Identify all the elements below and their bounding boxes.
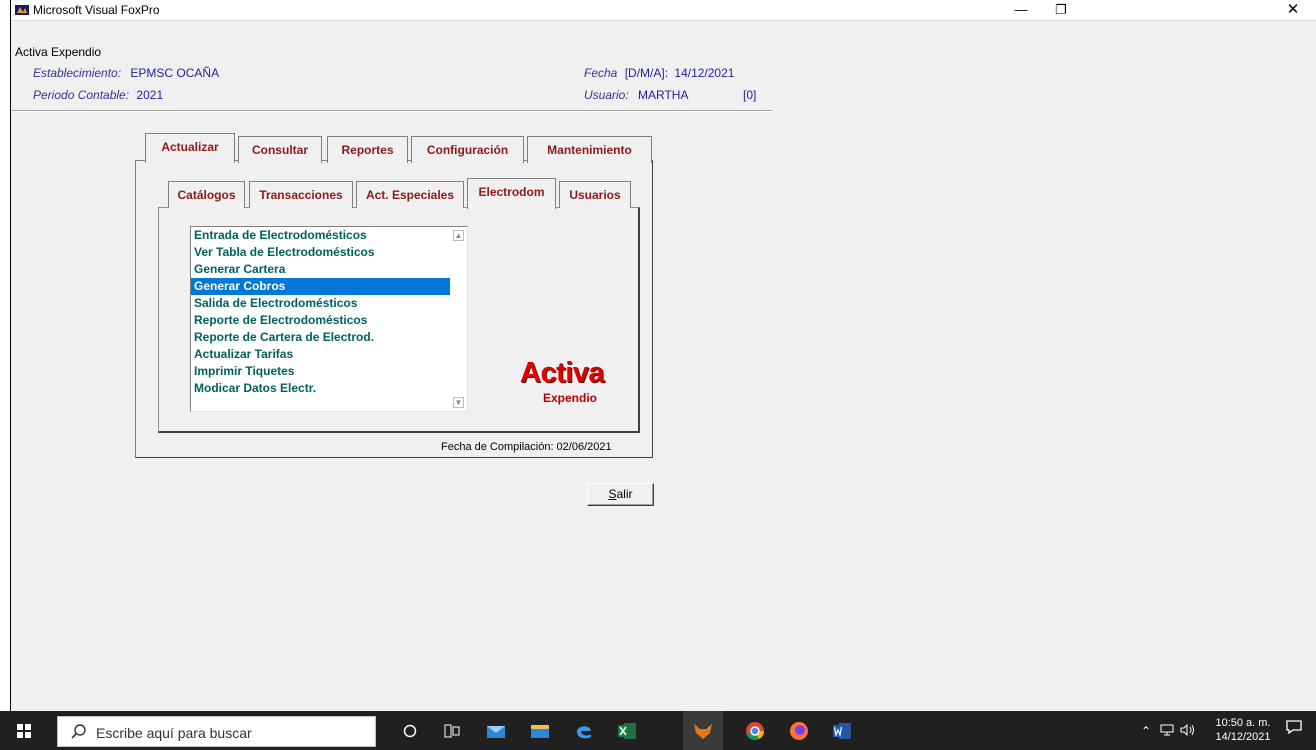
windows-start-icon[interactable]	[17, 724, 31, 738]
listbox-scrollbar[interactable]: ▲ ▼	[450, 227, 467, 411]
list-item[interactable]: Salida de Electrodomésticos	[191, 295, 450, 312]
form-caption: Activa Expendio	[15, 45, 102, 59]
scroll-down-icon[interactable]: ▼	[453, 397, 464, 408]
list-item[interactable]: Entrada de Electrodomésticos	[191, 227, 450, 244]
periodo-value: 2021	[136, 88, 164, 102]
search-placeholder: Escribe aquí para buscar	[96, 725, 252, 741]
tab-consultar[interactable]: Consultar	[238, 136, 322, 163]
mail-icon[interactable]	[484, 719, 508, 743]
usuario-value: MARTHA	[638, 88, 689, 102]
compile-date: Fecha de Compilación: 02/06/2021	[441, 441, 612, 453]
scroll-up-icon[interactable]: ▲	[453, 230, 464, 241]
tab-mantenimiento[interactable]: Mantenimiento	[527, 136, 652, 163]
usuario-code: [0]	[743, 88, 757, 102]
tab-configuracion[interactable]: Configuración	[411, 136, 524, 163]
fecha-format: [D/M/A]:	[624, 66, 669, 80]
file-explorer-icon[interactable]	[528, 719, 552, 743]
list-item[interactable]: Imprimir Tiquetes	[191, 363, 450, 380]
tray-chevron-icon[interactable]: ⌃	[1141, 724, 1151, 738]
options-listbox[interactable]: Entrada de Electrodomésticos Ver Tabla d…	[190, 226, 468, 412]
tab-usuarios[interactable]: Usuarios	[559, 181, 631, 208]
tab-actualizar[interactable]: Actualizar	[145, 133, 235, 163]
salir-accelerator: S	[608, 487, 617, 501]
volume-icon[interactable]	[1180, 723, 1196, 739]
fecha-label: Fecha	[584, 66, 618, 80]
salir-label: alir	[616, 487, 633, 501]
tab-catalogos[interactable]: Catálogos	[168, 181, 245, 208]
salir-button[interactable]: Salir	[587, 483, 654, 506]
network-icon[interactable]	[1160, 724, 1174, 739]
usuario-row: Usuario: MARTHA	[584, 88, 688, 102]
taskbar-clock[interactable]: 10:50 a. m. 14/12/2021	[1212, 716, 1274, 744]
excel-icon[interactable]	[615, 719, 639, 743]
list-item[interactable]: Reporte de Cartera de Electrod.	[191, 329, 450, 346]
title-bar[interactable]: Microsoft Visual FoxPro — ❐ ✕	[11, 0, 1316, 21]
establecimiento-label: Establecimiento:	[33, 66, 122, 80]
notification-icon[interactable]	[1283, 719, 1305, 741]
restore-button[interactable]: ❐	[1046, 0, 1076, 21]
brand-subtitle: Expendio	[543, 391, 598, 405]
list-item-selected[interactable]: Generar Cobros	[191, 278, 450, 295]
tab-electrodom[interactable]: Electrodom	[467, 178, 556, 209]
edge-icon[interactable]	[572, 719, 596, 743]
list-item[interactable]: Modicar Datos Electr.	[191, 380, 450, 397]
window-title: Microsoft Visual FoxPro	[33, 3, 160, 17]
fecha-value: 14/12/2021	[674, 66, 735, 80]
periodo-row: Periodo Contable: 2021	[33, 88, 163, 102]
tab-act-especiales[interactable]: Act. Especiales	[356, 181, 464, 208]
taskbar-search[interactable]: Escribe aquí para buscar	[57, 716, 376, 747]
chrome-icon[interactable]	[743, 719, 767, 743]
close-button[interactable]: ✕	[1278, 0, 1308, 21]
establecimiento-value: EPMSC OCAÑA	[130, 66, 220, 80]
task-view-icon[interactable]	[440, 719, 464, 743]
list-item[interactable]: Actualizar Tarifas	[191, 346, 450, 363]
list-item[interactable]: Generar Cartera	[191, 261, 450, 278]
minimize-button[interactable]: —	[1006, 0, 1036, 21]
usuario-label: Usuario:	[584, 88, 629, 102]
firefox-icon[interactable]	[787, 719, 811, 743]
taskbar: Escribe aquí para buscar ⌃ 10:50 a. m. 1…	[0, 711, 1316, 750]
header-divider	[12, 110, 772, 112]
list-item[interactable]: Ver Tabla de Electrodomésticos	[191, 244, 450, 261]
fecha-row: Fecha [D/M/A]: 14/12/2021	[584, 66, 734, 80]
foxpro-app-icon	[15, 5, 29, 15]
search-icon	[71, 724, 86, 739]
establecimiento-row: Establecimiento: EPMSC OCAÑA	[33, 66, 219, 80]
brand-logo: Activa	[520, 357, 605, 389]
tab-reportes[interactable]: Reportes	[327, 136, 408, 163]
word-icon[interactable]	[830, 719, 854, 743]
periodo-label: Periodo Contable:	[33, 88, 130, 102]
clock-time: 10:50 a. m.	[1215, 717, 1271, 729]
list-item[interactable]: Reporte de Electrodomésticos	[191, 312, 450, 329]
foxpro-taskbar-icon[interactable]	[683, 711, 723, 750]
cortana-icon[interactable]	[398, 719, 422, 743]
clock-date: 14/12/2021	[1215, 731, 1271, 743]
tab-transacciones[interactable]: Transacciones	[249, 181, 353, 208]
